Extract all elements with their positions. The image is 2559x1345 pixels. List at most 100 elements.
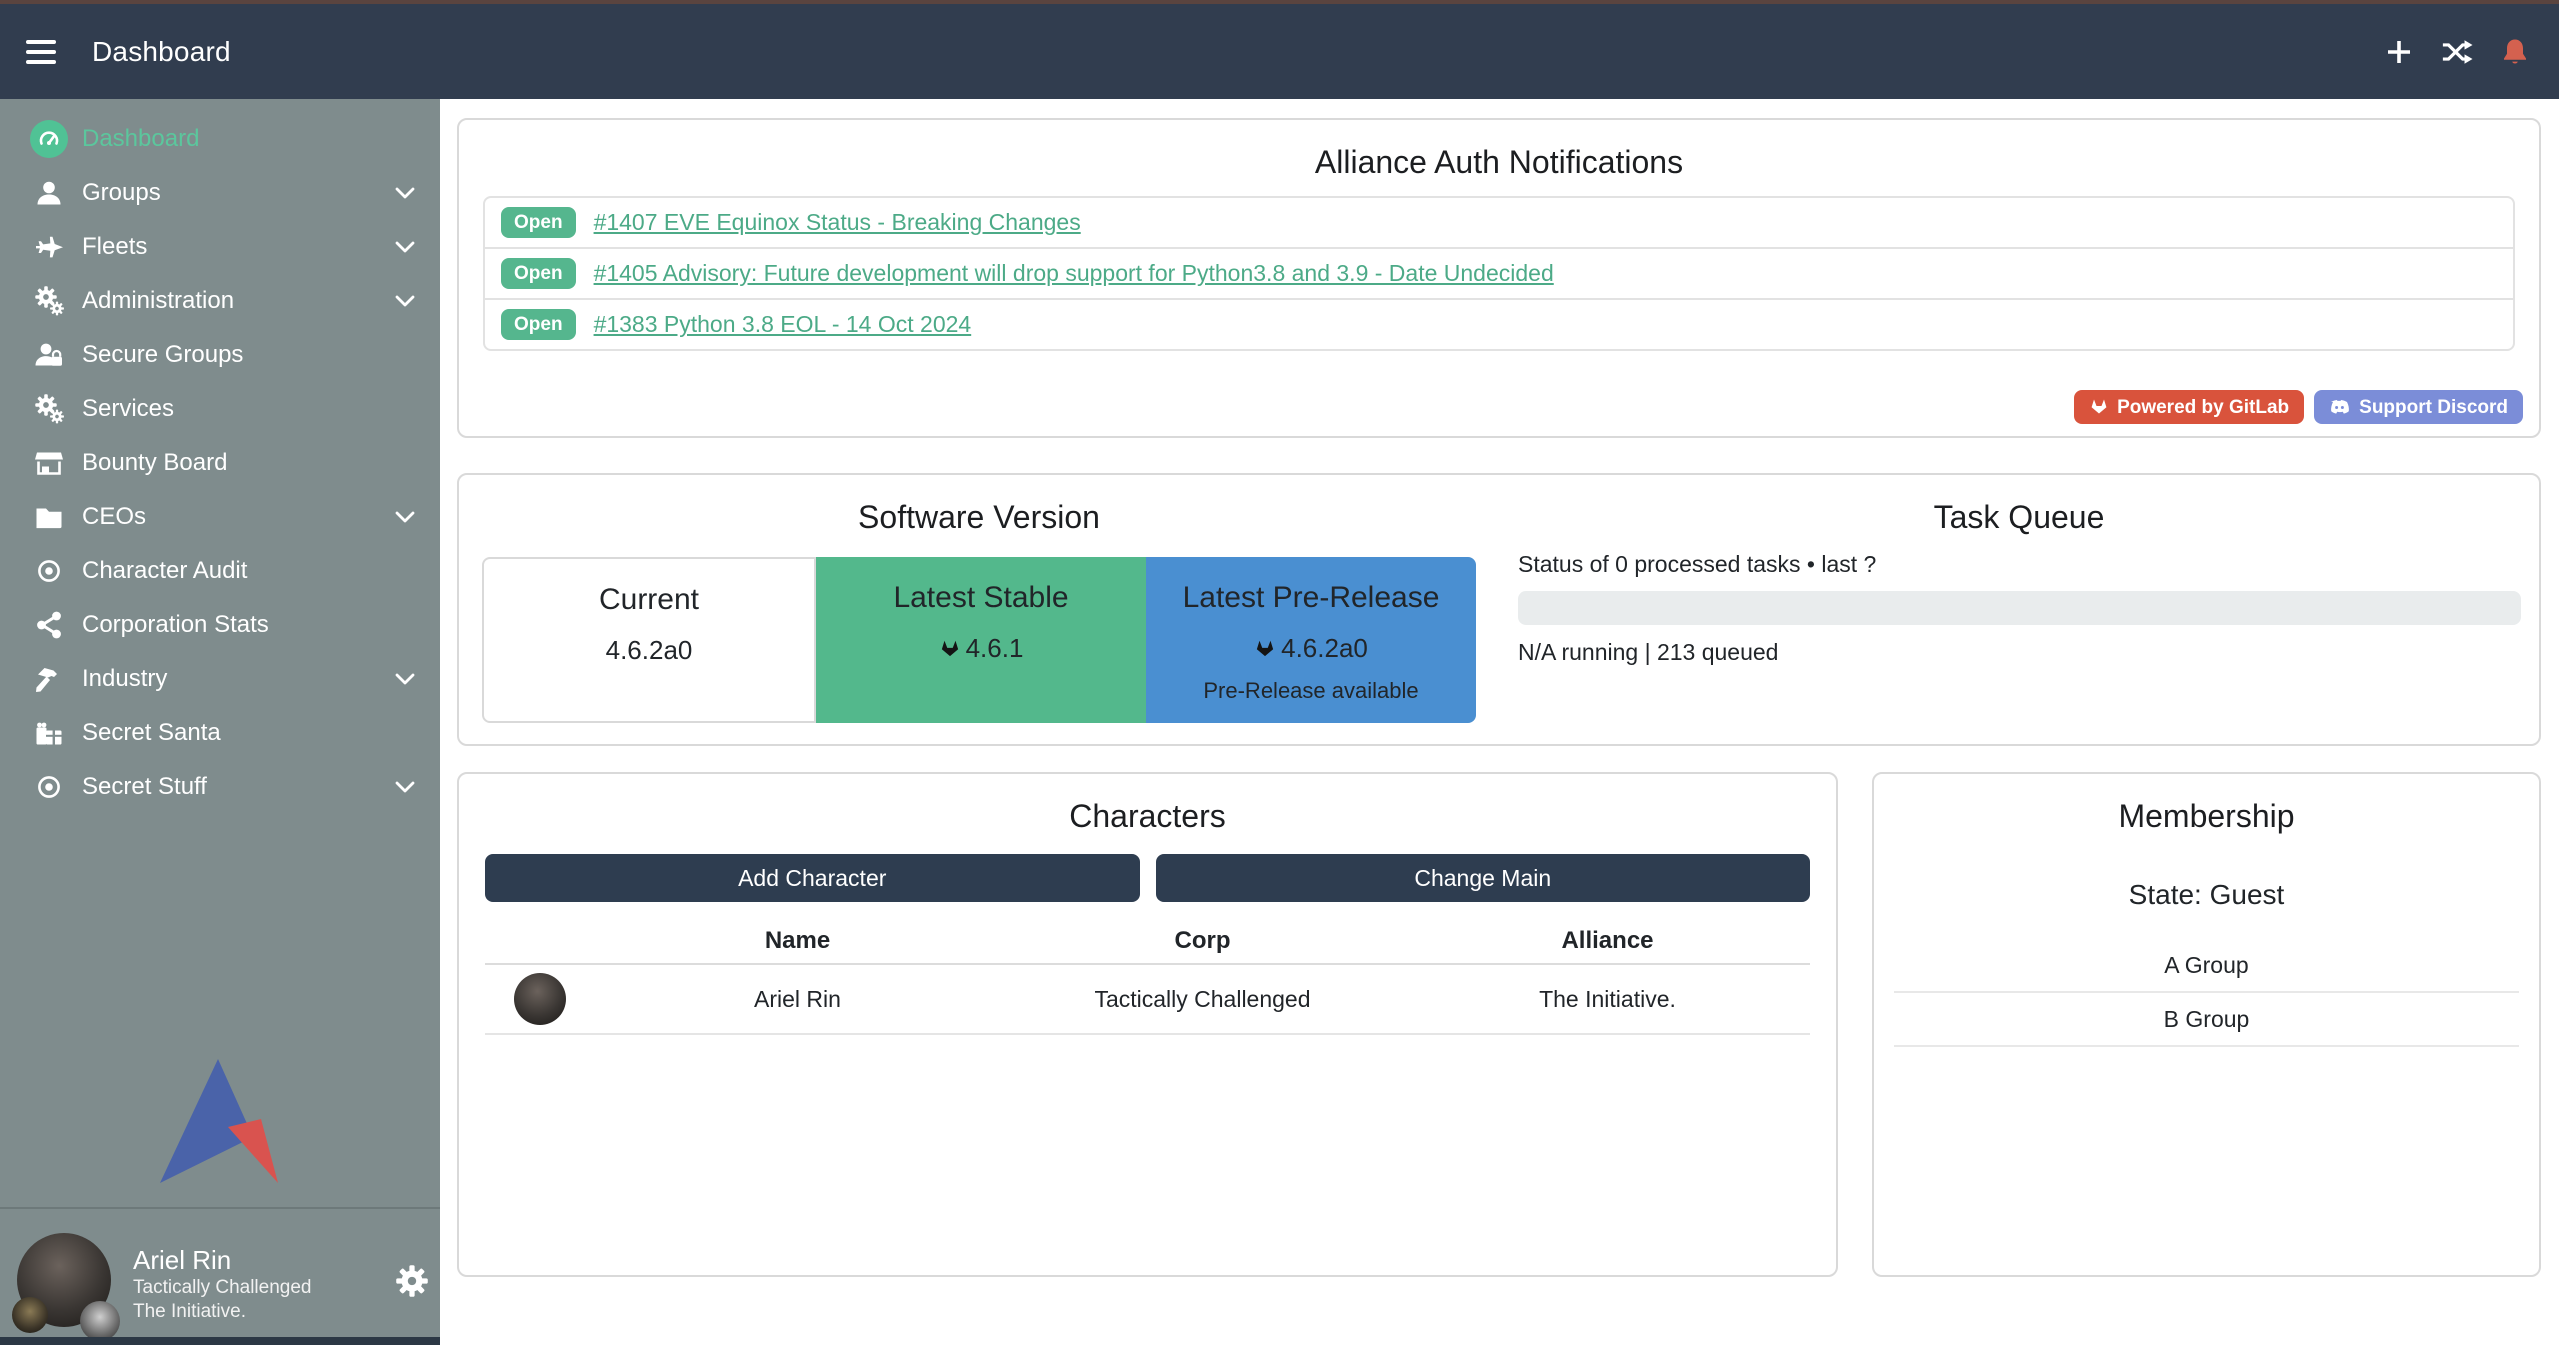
notifications-list: Open #1407 EVE Equinox Status - Breaking… xyxy=(483,196,2515,351)
column-header: Alliance xyxy=(1405,927,1810,955)
sidebar-item-bounty-board[interactable]: Bounty Board xyxy=(0,436,440,490)
version-label: Current xyxy=(484,583,814,617)
sidebar-item-industry[interactable]: Industry xyxy=(0,652,440,706)
notification-item: Open #1405 Advisory: Future development … xyxy=(483,247,2515,300)
sidebar-item-label: Bounty Board xyxy=(82,449,440,477)
characters-title: Characters xyxy=(459,774,1836,835)
notifications-title: Alliance Auth Notifications xyxy=(459,120,2539,181)
group-list-item: A Group xyxy=(1894,939,2519,993)
notification-item: Open #1383 Python 3.8 EOL - 14 Oct 2024 xyxy=(483,298,2515,351)
sidebar-item-character-audit[interactable]: Character Audit xyxy=(0,544,440,598)
chevron-down-icon xyxy=(394,290,416,312)
sidebar-item-label: Secret Santa xyxy=(82,719,440,747)
sidebar-item-label: Industry xyxy=(82,665,394,693)
sidebar-item-secret-santa[interactable]: Secret Santa xyxy=(0,706,440,760)
sidebar-item-secret-stuff[interactable]: Secret Stuff xyxy=(0,760,440,814)
sidebar-item-dashboard[interactable]: Dashboard xyxy=(0,112,440,166)
top-navbar: Dashboard xyxy=(0,0,2559,99)
character-corp-cell: Tactically Challenged xyxy=(1000,986,1405,1013)
discord-badge-label: Support Discord xyxy=(2359,398,2508,417)
chevron-down-icon xyxy=(394,776,416,798)
sidebar-item-label: Groups xyxy=(82,179,394,207)
membership-panel: Membership State: Guest A Group B Group xyxy=(1872,772,2541,1277)
sidebar-item-label: CEOs xyxy=(82,503,394,531)
version-note: Pre-Release available xyxy=(1146,678,1476,704)
software-version-task-queue-panel: Software Version Current 4.6.2a0 Latest … xyxy=(457,473,2541,746)
change-main-button[interactable]: Change Main xyxy=(1156,854,1811,902)
support-discord-badge[interactable]: Support Discord xyxy=(2314,390,2523,424)
table-header-row: Name Corp Alliance xyxy=(485,919,1810,965)
chevron-down-icon xyxy=(394,236,416,258)
gitlab-icon xyxy=(2089,397,2109,417)
characters-table: Name Corp Alliance Ariel Rin Tactically … xyxy=(485,919,1810,1035)
powered-by-gitlab-badge[interactable]: Powered by GitLab xyxy=(2074,390,2304,424)
membership-state: State: Guest xyxy=(1874,879,2539,911)
membership-groups-list: A Group B Group xyxy=(1894,939,2519,1047)
page-title: Dashboard xyxy=(92,36,231,68)
settings-gear-icon[interactable] xyxy=(396,1265,428,1297)
sidebar-bottom-strip xyxy=(0,1337,440,1345)
task-queue-progress-bar xyxy=(1518,591,2521,625)
eye-icon xyxy=(26,556,72,586)
task-queue-title: Task Queue xyxy=(1499,475,2539,536)
sidebar-item-fleets[interactable]: Fleets xyxy=(0,220,440,274)
software-version-section: Software Version Current 4.6.2a0 Latest … xyxy=(459,475,1499,744)
sidebar-item-label: Secret Stuff xyxy=(82,773,394,801)
gitlab-icon xyxy=(939,638,961,660)
shuffle-icon[interactable] xyxy=(2441,36,2473,68)
sidebar-item-administration[interactable]: Administration xyxy=(0,274,440,328)
store-icon xyxy=(26,448,72,478)
membership-title: Membership xyxy=(1874,774,2539,835)
gifts-icon xyxy=(26,718,72,748)
notifications-panel: Alliance Auth Notifications Open #1407 E… xyxy=(457,118,2541,438)
version-current-cell: Current 4.6.2a0 xyxy=(482,557,816,723)
chevron-down-icon xyxy=(394,668,416,690)
user-alliance: The Initiative. xyxy=(133,1301,246,1323)
notification-link[interactable]: #1407 EVE Equinox Status - Breaking Chan… xyxy=(594,209,1081,236)
gitlab-icon xyxy=(1254,638,1276,660)
alliance-auth-logo xyxy=(157,1055,283,1187)
sidebar-item-services[interactable]: Services xyxy=(0,382,440,436)
notifications-bell-icon[interactable] xyxy=(2499,36,2531,68)
task-queue-counts: N/A running | 213 queued xyxy=(1518,639,1778,666)
sidebar-item-corporation-stats[interactable]: Corporation Stats xyxy=(0,598,440,652)
character-portrait xyxy=(514,973,566,1025)
sidebar-item-label: Dashboard xyxy=(82,125,440,153)
notification-link[interactable]: #1383 Python 3.8 EOL - 14 Oct 2024 xyxy=(594,311,972,338)
notification-item: Open #1407 EVE Equinox Status - Breaking… xyxy=(483,196,2515,249)
version-stable-cell: Latest Stable 4.6.1 xyxy=(816,557,1146,723)
sidebar-item-label: Fleets xyxy=(82,233,394,261)
gears-icon xyxy=(26,286,72,316)
task-queue-status: Status of 0 processed tasks • last ? xyxy=(1518,551,1876,578)
corp-logo-badge xyxy=(12,1297,48,1333)
user-corp: Tactically Challenged xyxy=(133,1277,312,1299)
hammer-icon xyxy=(26,664,72,694)
sidebar-item-ceos[interactable]: CEOs xyxy=(0,490,440,544)
hamburger-menu-icon[interactable] xyxy=(26,34,60,70)
discord-icon xyxy=(2329,397,2351,417)
version-prerelease-cell: Latest Pre-Release 4.6.2a0 Pre-Release a… xyxy=(1146,557,1476,723)
version-value: 4.6.1 xyxy=(966,633,1024,664)
sidebar-item-groups[interactable]: Groups xyxy=(0,166,440,220)
notification-link[interactable]: #1405 Advisory: Future development will … xyxy=(594,260,1554,287)
sidebar-item-label: Services xyxy=(82,395,440,423)
sidebar-item-secure-groups[interactable]: Secure Groups xyxy=(0,328,440,382)
sidebar-item-label: Administration xyxy=(82,287,394,315)
tachometer-icon xyxy=(26,120,72,158)
add-character-button[interactable]: Add Character xyxy=(485,854,1140,902)
user-name: Ariel Rin xyxy=(133,1245,231,1276)
gitlab-badge-label: Powered by GitLab xyxy=(2117,398,2289,417)
software-version-title: Software Version xyxy=(459,475,1499,536)
sidebar-item-label: Corporation Stats xyxy=(82,611,440,639)
add-icon[interactable] xyxy=(2383,36,2415,68)
status-badge: Open xyxy=(501,309,576,340)
share-icon xyxy=(26,610,72,640)
status-badge: Open xyxy=(501,258,576,289)
version-value: 4.6.2a0 xyxy=(1281,633,1368,664)
chevron-down-icon xyxy=(394,506,416,528)
column-header: Name xyxy=(595,927,1000,955)
sidebar-item-label: Character Audit xyxy=(82,557,440,585)
main-content: Alliance Auth Notifications Open #1407 E… xyxy=(440,99,2559,1345)
character-alliance-cell: The Initiative. xyxy=(1405,986,1810,1013)
version-value: 4.6.2a0 xyxy=(606,635,693,666)
